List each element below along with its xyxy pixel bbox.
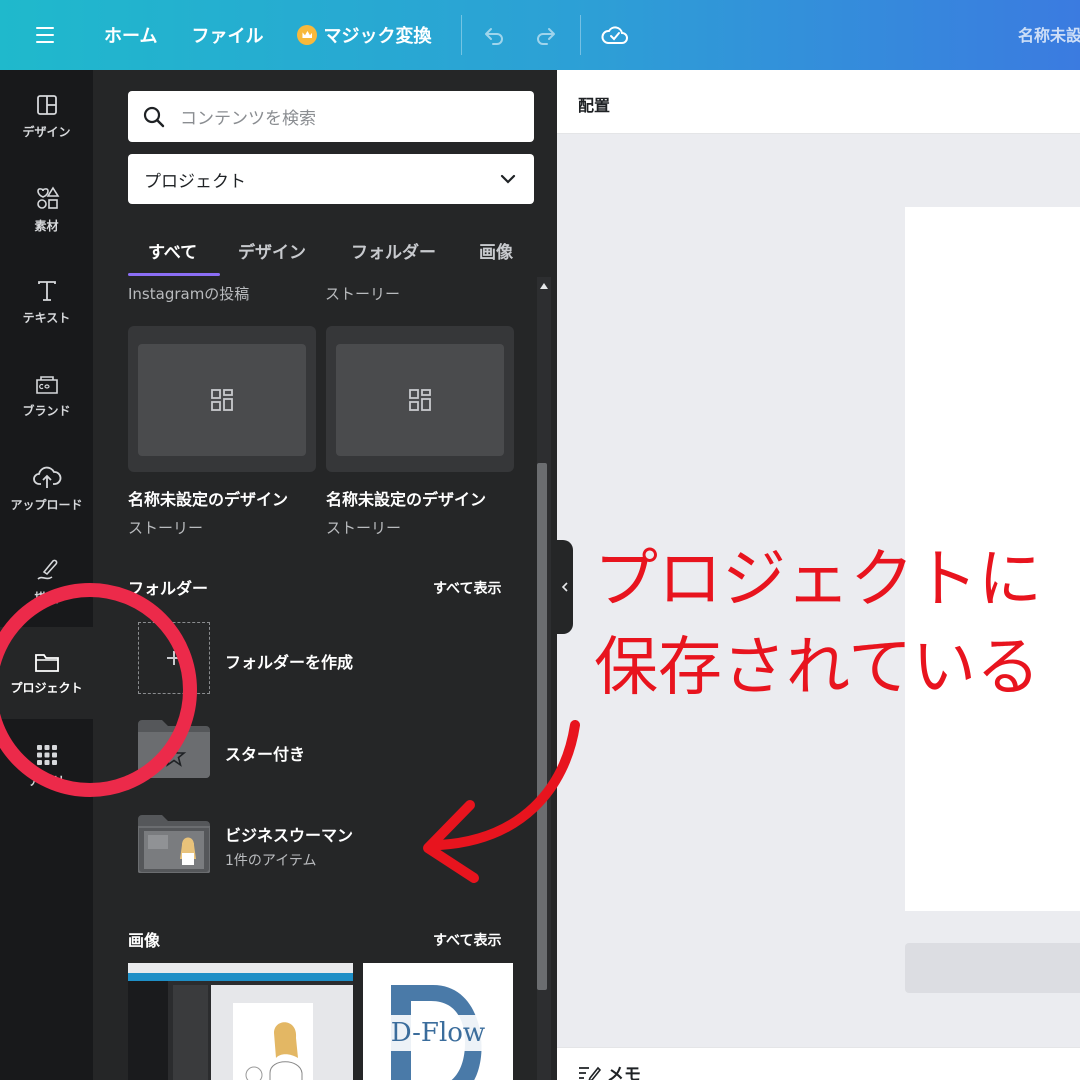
hamburger-menu-icon[interactable] — [22, 12, 68, 58]
rail-item-label: プロジェクト — [10, 680, 83, 695]
design-type-label: Instagramの投稿 — [128, 285, 250, 303]
rail-item-label: 素材 — [34, 218, 59, 233]
rail-item-label: テキスト — [22, 310, 71, 325]
folder-name-business-woman[interactable]: ビジネスウーマン — [225, 822, 353, 846]
divider — [580, 15, 582, 55]
draw-pen-icon — [36, 559, 57, 580]
search-placeholder: コンテンツを検索 — [180, 109, 316, 129]
left-rail: デザイン 素材 テキスト ブランド アップロード 描画 プロジェクト アプリ — [0, 70, 93, 1080]
active-tab-indicator — [128, 273, 220, 276]
notes-button[interactable]: メモ — [607, 1060, 641, 1080]
content-search-box[interactable]: コンテンツを検索 — [128, 91, 534, 142]
panel-tabs: すべて デザイン フォルダー 画像 — [128, 228, 557, 278]
divider — [461, 15, 463, 55]
design-thumbnail — [138, 344, 306, 456]
rail-item-elements[interactable]: 素材 — [0, 163, 93, 255]
create-folder-label[interactable]: フォルダーを作成 — [225, 649, 353, 673]
crown-icon — [297, 25, 318, 45]
home-button[interactable]: ホーム — [104, 22, 157, 48]
annotation-text-line2: 保存されている — [594, 631, 1041, 705]
notes-pen-icon[interactable] — [577, 1062, 601, 1080]
design-card-title[interactable]: 名称未設定のデザイン — [326, 486, 486, 510]
scroll-up-arrow-icon[interactable] — [540, 283, 548, 289]
images-section-title: 画像 — [128, 931, 161, 950]
text-t-icon — [37, 280, 56, 301]
file-menu-button[interactable]: ファイル — [191, 22, 263, 48]
shapes-icon — [36, 185, 59, 209]
starred-folder-icon[interactable] — [138, 720, 210, 778]
editor-bottom-bar: メモ — [557, 1047, 1080, 1080]
image-thumbnail-screenshot[interactable] — [128, 963, 353, 1080]
annotation-text-line1: プロジェクトに — [594, 543, 1042, 617]
rail-item-draw[interactable]: 描画 — [0, 535, 93, 627]
cloud-saved-icon[interactable] — [595, 15, 635, 55]
top-bar: ホーム ファイル マジック変換 名称未設 — [0, 0, 1080, 70]
magic-switch-button[interactable]: マジック変換 — [297, 22, 431, 48]
plus-icon — [167, 651, 181, 665]
chevron-left-icon — [561, 582, 568, 592]
undo-icon[interactable] — [474, 15, 514, 55]
folder-item-count: 1件のアイテム — [225, 853, 317, 869]
redo-icon[interactable] — [526, 15, 566, 55]
design-card-subtitle: ストーリー — [326, 519, 402, 537]
design-placeholder-icon — [211, 389, 233, 411]
rail-item-label: ブランド — [22, 403, 71, 418]
brand-kit-icon — [35, 375, 58, 394]
tab-designs[interactable]: デザイン — [238, 238, 306, 263]
business-woman-folder-icon[interactable] — [138, 815, 210, 873]
folder-name-starred[interactable]: スター付き — [225, 741, 305, 765]
scrollbar-thumb[interactable] — [537, 463, 547, 990]
design-card-title[interactable]: 名称未設定のデザイン — [128, 486, 288, 510]
dflow-logo-text: D-Flow — [390, 1018, 486, 1048]
design-thumbnail — [336, 344, 504, 456]
add-page-bar[interactable] — [905, 943, 1080, 993]
create-folder-button[interactable] — [138, 622, 210, 694]
editor-toolbar: 配置 — [557, 70, 1080, 134]
folder-icon — [34, 653, 59, 672]
design-card[interactable] — [326, 326, 514, 472]
folders-see-all-link[interactable]: すべて表示 — [433, 578, 501, 598]
tab-all[interactable]: すべて — [148, 238, 197, 263]
design-card-subtitle: ストーリー — [128, 519, 204, 537]
rail-item-projects[interactable]: プロジェクト — [0, 627, 93, 719]
rail-item-text[interactable]: テキスト — [0, 256, 93, 348]
rail-item-label: アプリ — [28, 773, 65, 788]
tab-images[interactable]: 画像 — [479, 238, 513, 263]
tab-folders[interactable]: フォルダー — [351, 238, 436, 263]
folders-section-title: フォルダー — [128, 579, 209, 598]
chevron-down-icon — [500, 174, 516, 184]
position-button[interactable]: 配置 — [578, 92, 610, 116]
rail-item-label: アップロード — [10, 497, 83, 512]
rail-item-brand[interactable]: ブランド — [0, 349, 93, 441]
rail-item-label: 描画 — [34, 590, 59, 605]
image-thumbnail-dflow-logo[interactable]: D-Flow — [363, 963, 513, 1080]
project-filter-select[interactable]: プロジェクト — [128, 154, 534, 204]
select-value: プロジェクト — [144, 171, 246, 192]
design-title[interactable]: 名称未設 — [1018, 22, 1080, 46]
rail-item-label: デザイン — [22, 124, 71, 139]
projects-panel: コンテンツを検索 プロジェクト すべて デザイン フォルダー 画像 Instag… — [93, 70, 557, 1080]
images-see-all-link[interactable]: すべて表示 — [433, 930, 501, 950]
rail-item-apps[interactable]: アプリ — [0, 720, 93, 812]
rail-item-uploads[interactable]: アップロード — [0, 442, 93, 534]
search-icon — [143, 106, 165, 127]
design-type-label: ストーリー — [325, 285, 401, 303]
rail-item-design[interactable]: デザイン — [0, 70, 93, 162]
magic-switch-label: マジック変換 — [323, 26, 432, 47]
collapse-panel-handle[interactable] — [557, 540, 573, 634]
layout-icon — [36, 94, 57, 115]
cloud-upload-icon — [32, 466, 61, 488]
design-card[interactable] — [128, 326, 316, 472]
design-placeholder-icon — [409, 389, 431, 411]
apps-grid-icon — [36, 744, 57, 765]
